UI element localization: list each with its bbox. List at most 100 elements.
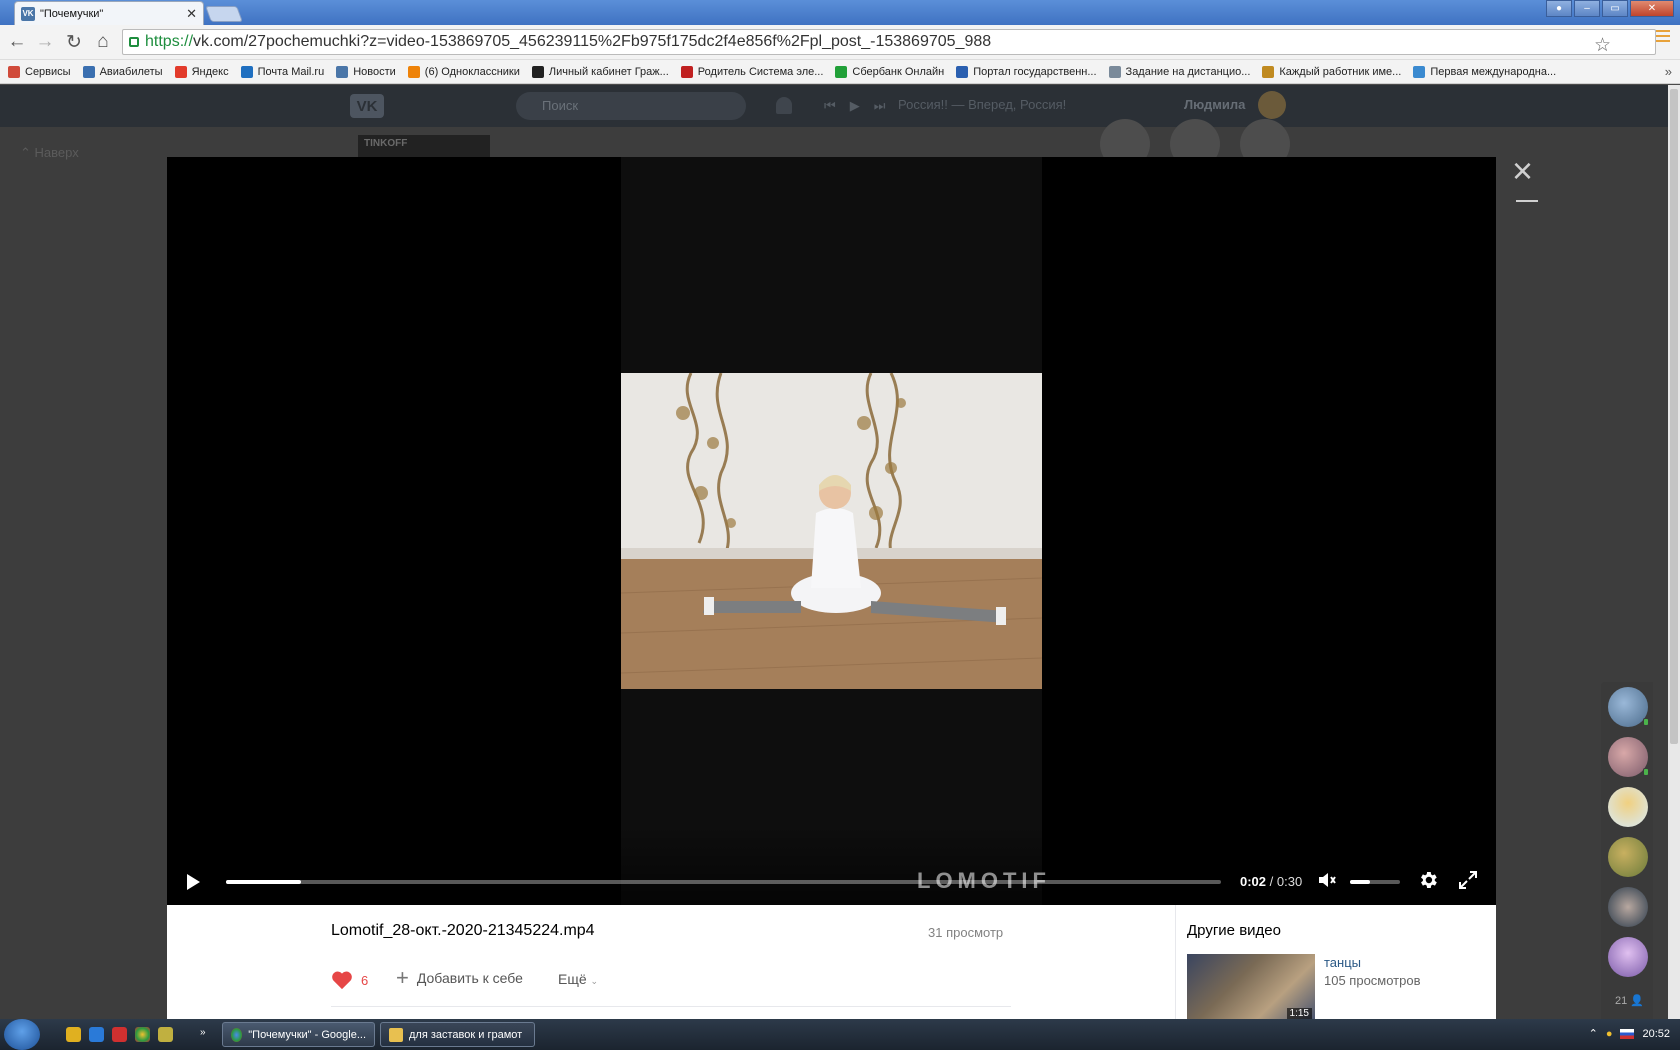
forward-arrow-icon[interactable]: → (34, 31, 56, 53)
reload-icon[interactable]: ↻ (63, 31, 85, 53)
minimize-button[interactable]: – (1574, 0, 1600, 17)
bookmark-label: Первая международна... (1430, 65, 1557, 78)
add-to-my-videos-button[interactable]: + Добавить к себе (396, 965, 523, 990)
user-icon[interactable]: ● (1546, 0, 1572, 17)
media-player-icon[interactable] (66, 1027, 81, 1042)
back-arrow-icon[interactable]: ← (6, 31, 28, 53)
vk-favicon-icon: VK (21, 6, 35, 21)
video-frame[interactable] (621, 373, 1042, 689)
bookmark-item[interactable]: Задание на дистанцио... (1108, 65, 1251, 78)
next-track-icon[interactable]: ⏭ (874, 98, 886, 114)
time-display: 0:02 / 0:30 (1240, 874, 1303, 889)
bookmark-label: Новости (353, 65, 396, 78)
video-player[interactable]: LOMOTIF 0:02 / 0:30 (167, 157, 1496, 905)
volume-icon[interactable] (1317, 871, 1337, 889)
tab-title: "Почемучки" (40, 7, 104, 20)
bookmark-star-icon[interactable]: ☆ (1594, 34, 1611, 57)
user-name[interactable]: Людмила (1184, 97, 1245, 112)
bookmark-item[interactable]: Портал государственн... (956, 65, 1097, 78)
header-audio-controls: ⏮ ▶ ⏭ (824, 98, 885, 114)
internet-explorer-icon[interactable] (89, 1027, 104, 1042)
people-icon: 👤 (1630, 995, 1645, 1007)
scrollbar-thumb[interactable] (1670, 89, 1678, 744)
language-flag-icon[interactable] (1620, 1028, 1635, 1039)
bookmark-item[interactable]: Сбербанк Онлайн (835, 65, 944, 78)
like-button[interactable]: 6 (331, 970, 368, 990)
bookmark-label: Почта Mail.ru (257, 65, 325, 78)
modal-minimize-icon[interactable] (1516, 200, 1538, 202)
scroll-to-top-label: Наверх (34, 145, 79, 160)
add-to-my-videos-label: Добавить к себе (416, 970, 523, 986)
chat-avatar[interactable] (1608, 737, 1649, 777)
system-tray: ⌃ ● 20:52 (1589, 1027, 1670, 1041)
app-icon[interactable] (112, 1027, 127, 1042)
bookmark-item[interactable]: Почта Mail.ru (240, 65, 325, 78)
settings-gear-icon[interactable] (1417, 869, 1439, 891)
address-bar[interactable]: https://vk.com/27pochemuchki?z=video-153… (122, 29, 1656, 57)
chat-avatar[interactable] (1608, 687, 1649, 727)
header-play-icon[interactable]: ▶ (850, 98, 860, 114)
bookmark-favicon-icon (82, 65, 95, 78)
vk-search-input[interactable]: Поиск (516, 92, 746, 120)
browser-tab[interactable]: VK "Почемучки" ✕ (14, 1, 204, 25)
bookmark-label: Задание на дистанцио... (1125, 65, 1251, 78)
bookmark-label: Портал государственн... (973, 65, 1097, 78)
bookmarks-overflow-icon[interactable]: » (1665, 64, 1672, 79)
scroll-to-top-link[interactable]: ⌃ Наверх (20, 145, 79, 161)
bookmark-item[interactable]: Личный кабинет Граж... (531, 65, 669, 78)
chrome-icon[interactable] (135, 1027, 150, 1042)
chrome-menu-icon[interactable] (1656, 30, 1670, 44)
notifications-bell-icon[interactable] (776, 97, 792, 114)
new-tab-button[interactable] (205, 6, 243, 22)
bookmark-item[interactable]: Сервисы (8, 65, 71, 78)
taskbar-item-chrome[interactable]: "Почемучки" - Google... (222, 1022, 375, 1047)
ad-banner[interactable]: TINKOFF (358, 135, 490, 157)
vk-logo[interactable]: VK (350, 94, 384, 118)
window-close-button[interactable]: ✕ (1630, 0, 1674, 17)
tray-app-icon[interactable]: ● (1606, 1028, 1613, 1040)
taskbar-item-folder[interactable]: для заставок и грамот (380, 1022, 535, 1047)
volume-slider[interactable] (1350, 880, 1400, 884)
bookmark-favicon-icon (8, 65, 20, 78)
chat-avatar[interactable] (1608, 937, 1648, 977)
bookmark-item[interactable]: Первая международна... (1413, 65, 1557, 78)
play-icon[interactable] (187, 874, 200, 890)
app-icon[interactable] (158, 1027, 173, 1042)
user-avatar[interactable] (1258, 91, 1286, 119)
more-menu-button[interactable]: Ещё ⌄ (558, 971, 598, 987)
chat-avatar[interactable] (1608, 787, 1648, 827)
bookmark-item[interactable]: Яндекс (174, 65, 229, 78)
bookmark-favicon-icon (174, 65, 187, 78)
related-video-thumbnail[interactable]: 1:15 (1187, 954, 1315, 1019)
bookmark-item[interactable]: Авиабилеты (82, 65, 163, 78)
progress-bar[interactable] (226, 880, 1221, 884)
plus-icon: + (396, 965, 409, 990)
divider (331, 1006, 1011, 1007)
bookmark-label: Каждый работник име... (1279, 65, 1402, 78)
bookmark-item[interactable]: Новости (336, 65, 396, 78)
start-button[interactable] (4, 1019, 40, 1050)
chat-avatar[interactable] (1608, 837, 1648, 877)
bookmark-item[interactable]: Каждый работник име... (1262, 65, 1402, 78)
chat-count[interactable]: 21 👤 (1615, 994, 1644, 1007)
modal-close-icon[interactable]: × (1512, 153, 1533, 189)
bookmark-item[interactable]: (6) Одноклассники (407, 65, 520, 78)
overflow-chevron-icon[interactable]: » (200, 1027, 215, 1042)
chrome-icon (231, 1027, 243, 1042)
sidebar-divider (1175, 905, 1176, 1019)
chat-avatar[interactable] (1608, 887, 1648, 927)
tab-close-icon[interactable]: ✕ (186, 6, 197, 22)
other-videos-heading: Другие видео (1187, 922, 1281, 939)
bookmark-label: (6) Одноклассники (424, 65, 520, 78)
related-video-title[interactable]: танцы (1324, 955, 1361, 970)
tray-expand-icon[interactable]: ⌃ (1589, 1027, 1598, 1040)
bookmark-item[interactable]: Родитель Система эле... (680, 65, 823, 78)
tray-clock[interactable]: 20:52 (1642, 1028, 1670, 1040)
fullscreen-icon[interactable] (1458, 870, 1478, 890)
prev-track-icon[interactable]: ⏮ (824, 98, 836, 114)
now-playing-text[interactable]: Россия!! — Вперед, Россия! (898, 97, 1066, 112)
url-text: https://vk.com/27pochemuchki?z=video-153… (145, 33, 991, 51)
home-icon[interactable]: ⌂ (92, 31, 114, 53)
maximize-button[interactable]: ▭ (1602, 0, 1628, 17)
page-scrollbar[interactable] (1668, 85, 1680, 1019)
